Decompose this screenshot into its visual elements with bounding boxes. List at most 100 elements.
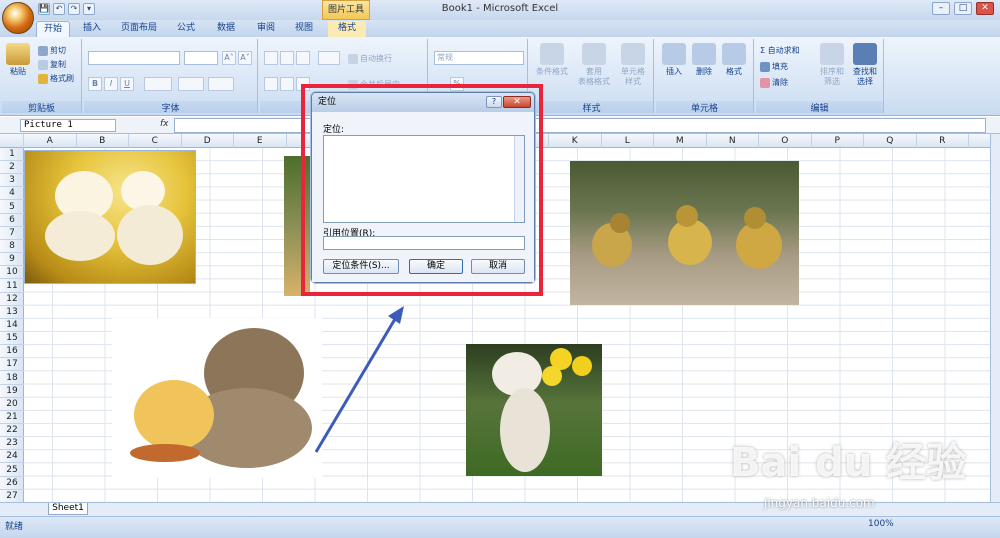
column-header[interactable]: R <box>917 134 969 148</box>
autosum-button[interactable]: Σ 自动求和 <box>760 45 800 56</box>
fill-button[interactable]: 填充 <box>760 61 788 72</box>
column-header[interactable]: L <box>602 134 654 148</box>
minimize-button[interactable]: – <box>932 2 950 15</box>
format-painter-button[interactable]: 格式刷 <box>38 73 74 84</box>
name-box[interactable]: Picture 1 <box>20 119 116 132</box>
align-middle-button[interactable] <box>280 51 294 65</box>
puppies-picture[interactable] <box>24 150 196 284</box>
clear-button[interactable]: 清除 <box>760 77 788 88</box>
row-header[interactable]: 14 <box>0 319 24 332</box>
tab-format[interactable]: 格式 <box>328 21 366 37</box>
row-header[interactable]: 20 <box>0 398 24 411</box>
row-header[interactable]: 12 <box>0 293 24 306</box>
tab-view[interactable]: 视图 <box>290 21 318 37</box>
column-header[interactable]: Q <box>864 134 917 148</box>
row-header[interactable]: 5 <box>0 201 24 214</box>
row-header[interactable]: 7 <box>0 227 24 240</box>
row-header[interactable]: 1 <box>0 148 24 161</box>
row-header[interactable]: 6 <box>0 214 24 227</box>
border-button[interactable] <box>144 77 172 91</box>
goto-list-scrollbar[interactable] <box>514 136 524 222</box>
row-header[interactable]: 21 <box>0 411 24 424</box>
row-header[interactable]: 24 <box>0 450 24 464</box>
ok-button[interactable]: 确定 <box>409 259 463 274</box>
tab-page-layout[interactable]: 页面布局 <box>116 21 162 37</box>
row-header[interactable]: 22 <box>0 424 24 438</box>
insert-cells-button[interactable]: 插入 <box>660 43 688 77</box>
font-color-button[interactable] <box>208 77 234 91</box>
align-top-button[interactable] <box>264 51 278 65</box>
formula-input[interactable] <box>174 118 986 133</box>
paste-button[interactable]: 粘贴 <box>6 43 30 77</box>
cut-button[interactable]: 剪切 <box>38 45 66 56</box>
zoom-level[interactable]: 100% <box>868 519 894 529</box>
column-header[interactable]: M <box>654 134 707 148</box>
goto-list[interactable] <box>323 135 525 223</box>
format-as-table-button[interactable]: 套用 表格格式 <box>576 43 612 87</box>
lamb-picture[interactable] <box>466 344 602 476</box>
row-header[interactable]: 16 <box>0 345 24 359</box>
align-center-button[interactable] <box>280 77 294 91</box>
tab-insert[interactable]: 插入 <box>78 21 106 37</box>
number-format-combo[interactable]: 常规 <box>434 51 524 65</box>
grow-font-button[interactable]: A˄ <box>222 51 236 65</box>
fill-color-button[interactable] <box>178 77 204 91</box>
tab-formulas[interactable]: 公式 <box>172 21 200 37</box>
column-header[interactable]: D <box>182 134 234 148</box>
maximize-button[interactable]: □ <box>954 2 972 15</box>
row-header[interactable]: 17 <box>0 358 24 372</box>
column-header[interactable]: B <box>77 134 129 148</box>
cell-styles-button[interactable]: 单元格 样式 <box>616 43 650 87</box>
row-header[interactable]: 2 <box>0 161 24 175</box>
kitten-duckling-picture[interactable] <box>112 318 322 478</box>
find-select-button[interactable]: 查找和 选择 <box>850 43 880 87</box>
column-header[interactable]: N <box>707 134 759 148</box>
row-header[interactable]: 8 <box>0 240 24 254</box>
tab-review[interactable]: 审阅 <box>252 21 280 37</box>
column-header[interactable]: E <box>234 134 287 148</box>
align-left-button[interactable] <box>264 77 278 91</box>
column-header[interactable]: K <box>549 134 602 148</box>
goto-special-button[interactable]: 定位条件(S)... <box>323 259 399 274</box>
help-button[interactable]: ? <box>486 96 502 108</box>
select-all-corner[interactable] <box>0 134 24 148</box>
shrink-font-button[interactable]: A˅ <box>238 51 252 65</box>
row-header[interactable]: 4 <box>0 187 24 201</box>
dialog-close-button[interactable]: ✕ <box>503 96 531 108</box>
row-header[interactable]: 15 <box>0 332 24 346</box>
column-header[interactable]: A <box>24 134 77 148</box>
sheet-tab-sheet1[interactable]: Sheet1 <box>48 503 88 515</box>
italic-button[interactable]: I <box>104 77 118 91</box>
wrap-text-button[interactable]: 自动换行 <box>348 53 392 64</box>
tab-data[interactable]: 数据 <box>212 21 240 37</box>
row-header[interactable]: 25 <box>0 464 24 477</box>
font-name-combo[interactable] <box>88 51 180 65</box>
row-header[interactable]: 19 <box>0 385 24 398</box>
tab-home[interactable]: 开始 <box>36 21 70 37</box>
column-header[interactable]: P <box>812 134 864 148</box>
row-header[interactable]: 11 <box>0 280 24 293</box>
row-header[interactable]: 26 <box>0 477 24 490</box>
row-header[interactable]: 10 <box>0 266 24 280</box>
sort-filter-button[interactable]: 排序和 筛选 <box>818 43 846 87</box>
reference-input[interactable] <box>323 236 525 250</box>
row-header[interactable]: 13 <box>0 306 24 319</box>
column-header[interactable]: O <box>759 134 812 148</box>
delete-cells-button[interactable]: 删除 <box>690 43 718 77</box>
close-button[interactable]: ✕ <box>976 2 994 15</box>
font-size-combo[interactable] <box>184 51 218 65</box>
insert-function-icon[interactable]: fx <box>160 119 169 129</box>
row-header[interactable]: 9 <box>0 253 24 267</box>
column-header[interactable]: C <box>129 134 182 148</box>
format-cells-button[interactable]: 格式 <box>720 43 748 77</box>
row-header[interactable]: 3 <box>0 174 24 188</box>
row-header[interactable]: 18 <box>0 372 24 385</box>
conditional-format-button[interactable]: 条件格式 <box>534 43 570 77</box>
row-header[interactable]: 27 <box>0 490 24 503</box>
copy-button[interactable]: 复制 <box>38 59 66 70</box>
cancel-button[interactable]: 取消 <box>471 259 525 274</box>
row-header[interactable]: 23 <box>0 437 24 451</box>
office-button[interactable] <box>2 2 34 34</box>
orientation-button[interactable] <box>318 51 340 65</box>
underline-button[interactable]: U <box>120 77 134 91</box>
